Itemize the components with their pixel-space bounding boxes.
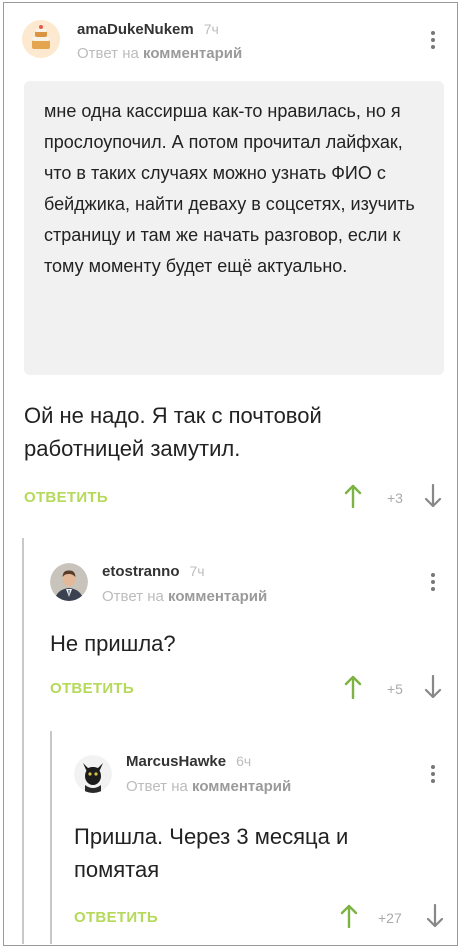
timestamp: 7ч [203, 21, 219, 37]
arrow-down-icon[interactable] [426, 904, 444, 928]
arrow-up-icon[interactable] [344, 675, 362, 699]
comment-text: Не пришла? [50, 631, 176, 656]
comment-etostranno: etostranno 7ч Ответ на комментарий Не при… [34, 543, 457, 723]
vote-controls: +27 [340, 904, 450, 930]
reply-to-link[interactable]: Ответ на комментарий [126, 778, 291, 795]
username[interactable]: amaDukeNukem 7ч [77, 21, 219, 38]
more-vertical-icon[interactable] [431, 765, 435, 786]
rating-score: +3 [387, 490, 403, 506]
reply-to-link[interactable]: Ответ на комментарий [77, 45, 242, 62]
vote-controls: +3 [344, 484, 444, 510]
comment-thread: amaDukeNukem 7ч Ответ на комментарий мне … [3, 2, 458, 946]
arrow-up-icon[interactable] [344, 484, 362, 508]
timestamp: 6ч [236, 753, 252, 769]
comment-text: Пришла. Через 3 месяца и помятая [74, 824, 349, 882]
comment-amaDukeNukem: amaDukeNukem 7ч Ответ на комментарий мне … [4, 3, 457, 523]
reply-to-link[interactable]: Ответ на комментарий [102, 588, 267, 605]
vote-controls: +5 [344, 675, 444, 701]
comment-MarcusHawke: MarcusHawke 6ч Ответ на комментарий Пришл… [60, 733, 457, 943]
username[interactable]: MarcusHawke 6ч [126, 753, 251, 770]
cake-avatar[interactable] [22, 20, 60, 58]
black-cat-avatar[interactable] [74, 755, 112, 793]
thread-line[interactable] [50, 731, 52, 944]
reply-button[interactable]: ОТВЕТИТЬ [74, 909, 158, 926]
username[interactable]: etostranno 7ч [102, 563, 205, 580]
arrow-up-icon[interactable] [340, 904, 358, 928]
rating-score: +27 [378, 910, 402, 926]
thread-line[interactable] [22, 538, 24, 944]
quoted-comment: мне одна кассирша как-то нравилась, но я… [24, 81, 444, 375]
reply-button[interactable]: ОТВЕТИТЬ [50, 680, 134, 697]
reply-button[interactable]: ОТВЕТИТЬ [24, 489, 108, 506]
rating-score: +5 [387, 681, 403, 697]
more-vertical-icon[interactable] [431, 573, 435, 594]
arrow-down-icon[interactable] [424, 675, 442, 699]
comment-text: Ой не надо. Я так с почтовой работницей … [24, 403, 322, 461]
arrow-down-icon[interactable] [424, 484, 442, 508]
man-in-suit-avatar[interactable] [50, 563, 88, 601]
timestamp: 7ч [189, 563, 205, 579]
more-vertical-icon[interactable] [431, 31, 435, 52]
